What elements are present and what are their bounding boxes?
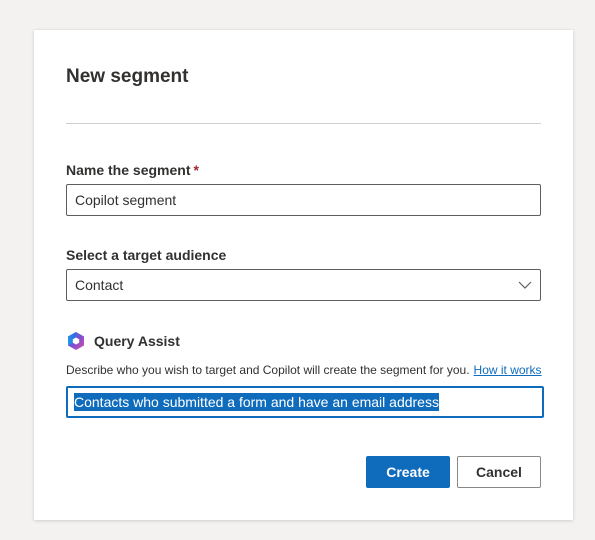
create-button[interactable]: Create <box>366 456 450 488</box>
query-assist-description-text: Describe who you wish to target and Copi… <box>66 363 470 377</box>
header-divider <box>66 123 541 124</box>
query-assist-description: Describe who you wish to target and Copi… <box>66 363 542 377</box>
segment-name-label: Name the segment * <box>66 162 199 178</box>
query-assist-title: Query Assist <box>94 333 180 349</box>
query-assist-header: Query Assist <box>66 330 180 352</box>
how-it-works-link[interactable]: How it works <box>474 363 542 377</box>
chevron-down-icon <box>518 281 532 289</box>
segment-name-input[interactable]: Copilot segment <box>66 184 541 216</box>
query-assist-input[interactable]: Contacts who submitted a form and have a… <box>66 386 544 418</box>
segment-name-value: Copilot segment <box>75 192 177 208</box>
cancel-button[interactable]: Cancel <box>457 456 541 488</box>
required-marker: * <box>193 162 199 178</box>
query-assist-input-value: Contacts who submitted a form and have a… <box>74 393 439 411</box>
dialog-title: New segment <box>66 66 189 87</box>
copilot-icon <box>68 332 84 350</box>
target-audience-value: Contact <box>75 277 124 293</box>
target-audience-dropdown[interactable]: Contact <box>66 269 541 301</box>
segment-name-label-text: Name the segment <box>66 162 191 178</box>
target-audience-label: Select a target audience <box>66 247 227 263</box>
new-segment-dialog: New segment Name the segment * Copilot se… <box>34 30 573 520</box>
